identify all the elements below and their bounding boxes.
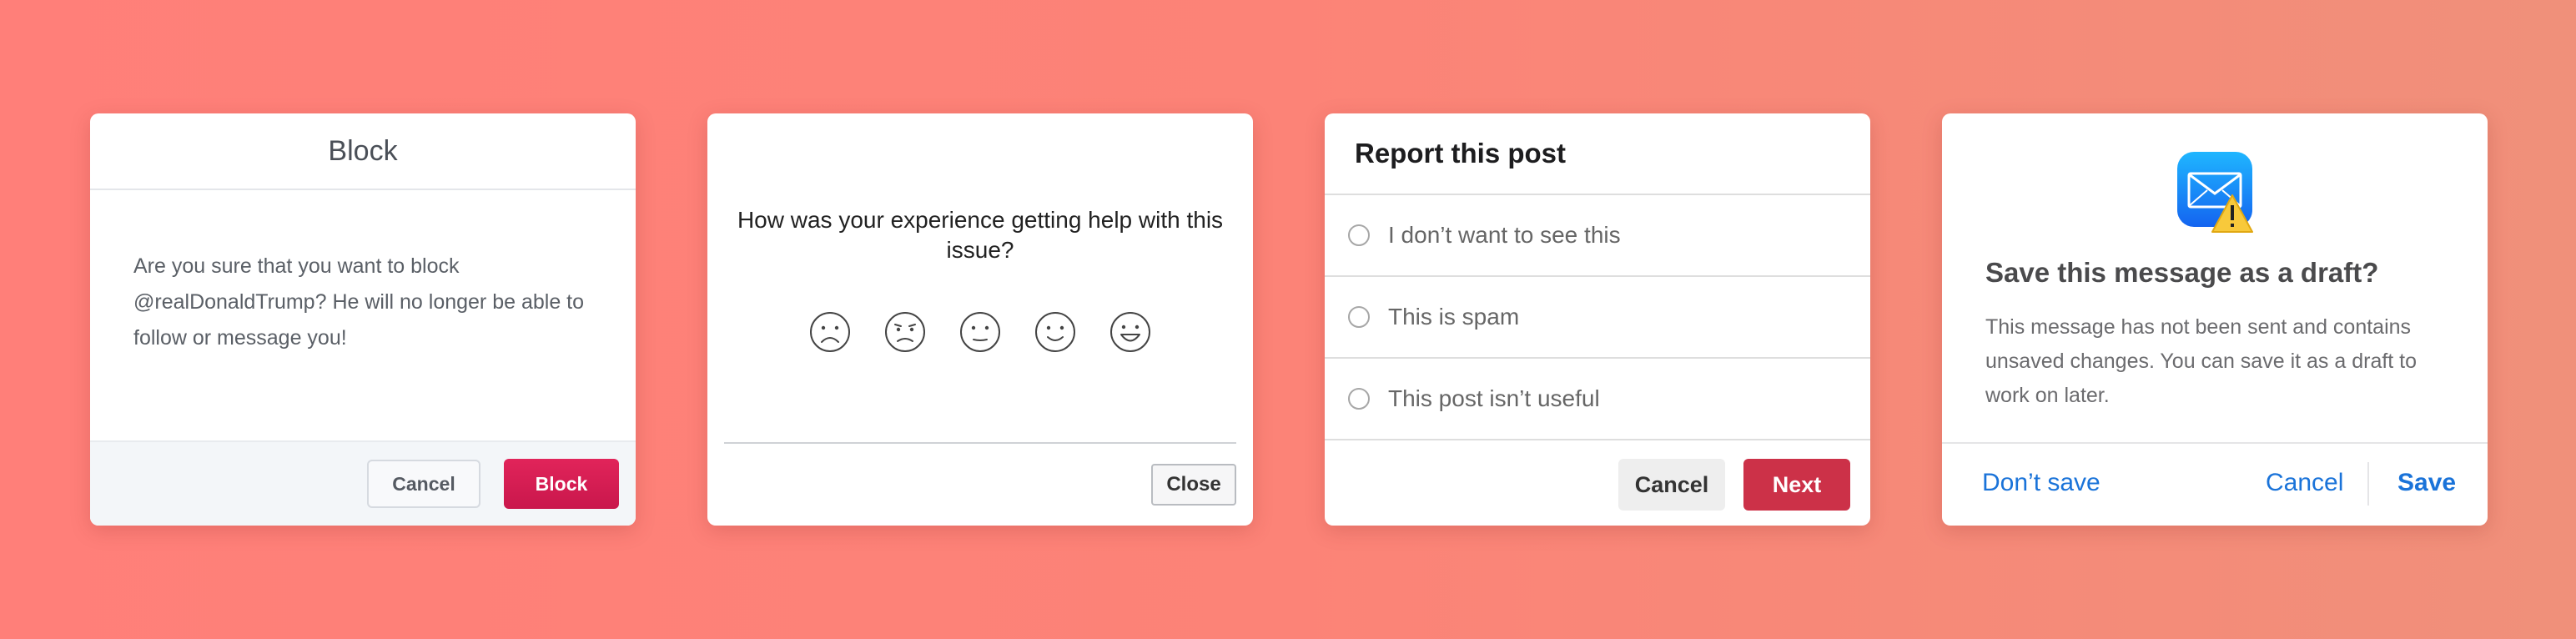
draft-dialog-title: Save this message as a draft? xyxy=(1985,257,2379,288)
report-dialog-title: Report this post xyxy=(1325,113,1870,195)
next-button[interactable]: Next xyxy=(1743,459,1850,511)
radio-button[interactable] xyxy=(1348,388,1370,410)
report-option[interactable]: This post isn’t useful xyxy=(1325,359,1870,440)
report-option-label: This is spam xyxy=(1388,304,1520,330)
report-option-label: This post isn’t useful xyxy=(1388,385,1600,411)
block-button[interactable]: Block xyxy=(504,459,619,509)
block-dialog-title: Block xyxy=(90,113,636,190)
radio-button[interactable] xyxy=(1348,306,1370,328)
cancel-button[interactable]: Cancel xyxy=(1618,459,1725,511)
report-option-label: I don’t want to see this xyxy=(1388,222,1621,248)
block-dialog-message: Are you sure that you want to block @rea… xyxy=(133,254,585,350)
block-dialog-footer: Cancel Block xyxy=(90,440,636,526)
close-button[interactable]: Close xyxy=(1151,464,1236,506)
neutral-face-icon[interactable] xyxy=(958,310,1002,354)
very-sad-face-icon[interactable] xyxy=(808,310,852,354)
block-dialog: Block Are you sure that you want to bloc… xyxy=(90,113,636,526)
happy-face-icon[interactable] xyxy=(1034,310,1077,354)
save-button[interactable]: Save xyxy=(2397,469,2456,497)
draft-dialog-footer: Don’t save Cancel Save xyxy=(1942,442,2488,526)
report-option[interactable]: This is spam xyxy=(1325,277,1870,359)
very-happy-face-icon[interactable] xyxy=(1109,310,1152,354)
dont-save-button[interactable]: Don’t save xyxy=(1982,469,2101,497)
cancel-button[interactable]: Cancel xyxy=(2266,469,2343,497)
save-draft-dialog: Save this message as a draft? This messa… xyxy=(1942,113,2488,526)
feedback-divider xyxy=(724,442,1236,444)
report-dialog-footer: Cancel Next xyxy=(1325,444,1870,526)
mail-warning-icon xyxy=(2177,152,2253,233)
report-option[interactable]: I don’t want to see this xyxy=(1325,195,1870,277)
feedback-dialog: How was your experience getting help wit… xyxy=(707,113,1253,526)
sad-face-icon[interactable] xyxy=(883,310,927,354)
footer-divider xyxy=(2367,462,2369,506)
cancel-button[interactable]: Cancel xyxy=(367,460,480,508)
feedback-question: How was your experience getting help wit… xyxy=(737,207,1224,263)
radio-button[interactable] xyxy=(1348,224,1370,246)
report-dialog: Report this post I don’t want to see thi… xyxy=(1325,113,1870,526)
draft-dialog-message: This message has not been sent and conta… xyxy=(1985,315,2418,407)
rating-faces xyxy=(707,310,1253,354)
